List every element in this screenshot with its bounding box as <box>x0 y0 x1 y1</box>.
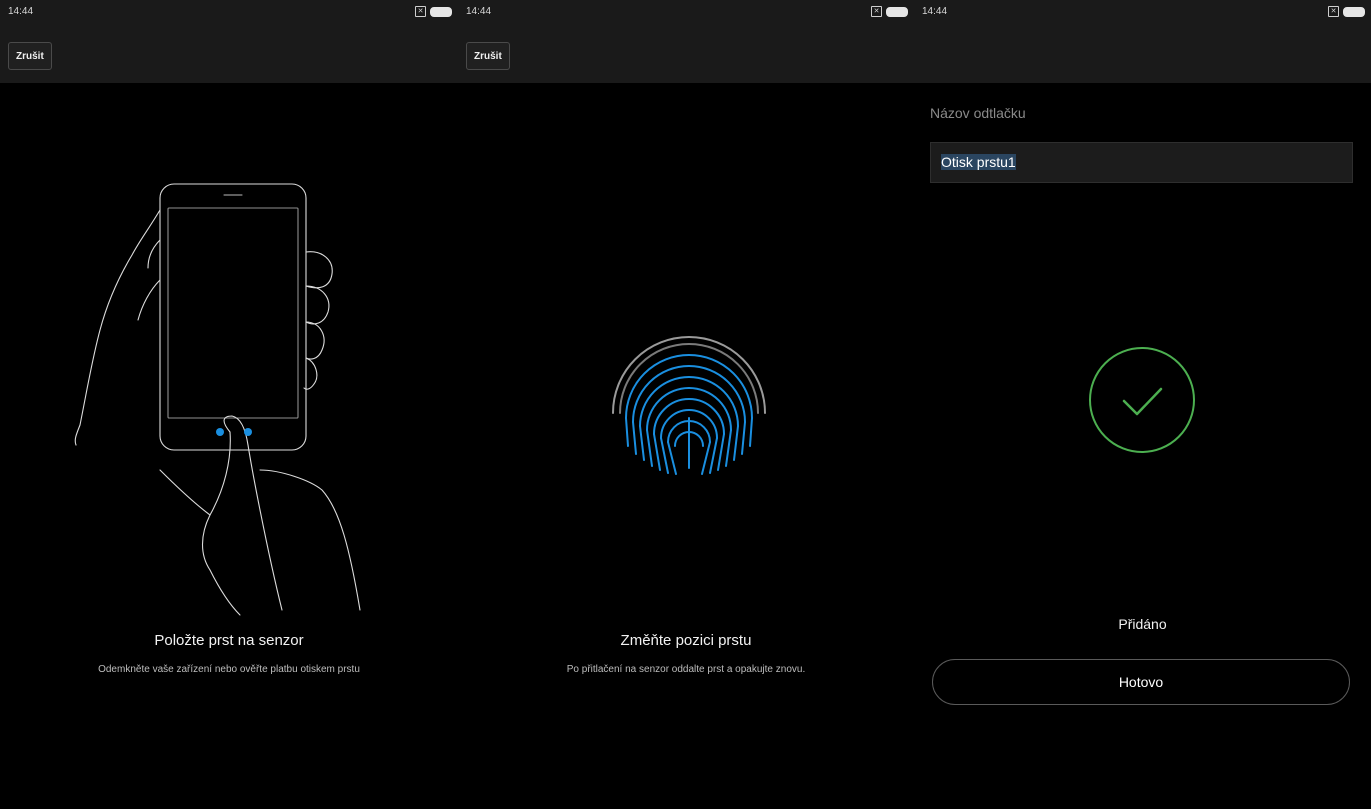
screen-fingerprint-added: 14:44 ✕ Názov odtlačku Otisk prstu1 Přid… <box>914 0 1371 809</box>
status-icons: ✕ <box>871 6 908 17</box>
cancel-button[interactable]: Zrušit <box>466 42 510 70</box>
no-sim-icon: ✕ <box>1328 6 1339 17</box>
status-icons: ✕ <box>415 6 452 17</box>
title: Změňte pozici prstu <box>620 632 752 649</box>
result-status: Přidáno <box>1118 616 1167 632</box>
phone-outline <box>159 183 307 451</box>
hand-holding-phone-illustration <box>74 183 361 616</box>
status-time: 14:44 <box>922 6 948 17</box>
subtitle: Po přitlačení na senzor oddalte prst a o… <box>566 664 806 675</box>
done-button[interactable]: Hotovo <box>932 659 1350 705</box>
top-bar: 14:44 ✕ Zrušit <box>0 0 458 83</box>
fingerprint-icon <box>612 336 766 475</box>
no-sim-icon: ✕ <box>871 6 882 17</box>
status-time: 14:44 <box>8 6 34 17</box>
top-bar: 14:44 ✕ Zrušit <box>458 0 914 83</box>
screenshot-triptych: 14:44 ✕ Zrušit Položte prst na senzor Od… <box>0 0 1371 809</box>
cancel-button[interactable]: Zrušit <box>8 42 52 70</box>
screen-place-finger: 14:44 ✕ Zrušit Položte prst na senzor Od… <box>0 0 458 809</box>
top-bar: 14:44 ✕ <box>914 0 1371 83</box>
status-time: 14:44 <box>466 6 492 17</box>
success-check-icon <box>1089 347 1195 453</box>
no-sim-icon: ✕ <box>415 6 426 17</box>
battery-icon <box>886 6 908 17</box>
subtitle: Odemkněte vaše zařízení nebo ověřte plat… <box>98 664 360 675</box>
screen-change-finger-position: 14:44 ✕ Zrušit Změňte pozici prstu Po př… <box>458 0 914 809</box>
title: Položte prst na senzor <box>154 632 304 649</box>
fingerprint-name-input[interactable]: Otisk prstu1 <box>930 142 1353 183</box>
fingerprint-name-label: Názov odtlačku <box>930 105 1026 121</box>
battery-icon <box>430 6 452 17</box>
battery-icon <box>1343 6 1365 17</box>
fingerprint-name-value: Otisk prstu1 <box>941 154 1016 170</box>
status-icons: ✕ <box>1328 6 1365 17</box>
